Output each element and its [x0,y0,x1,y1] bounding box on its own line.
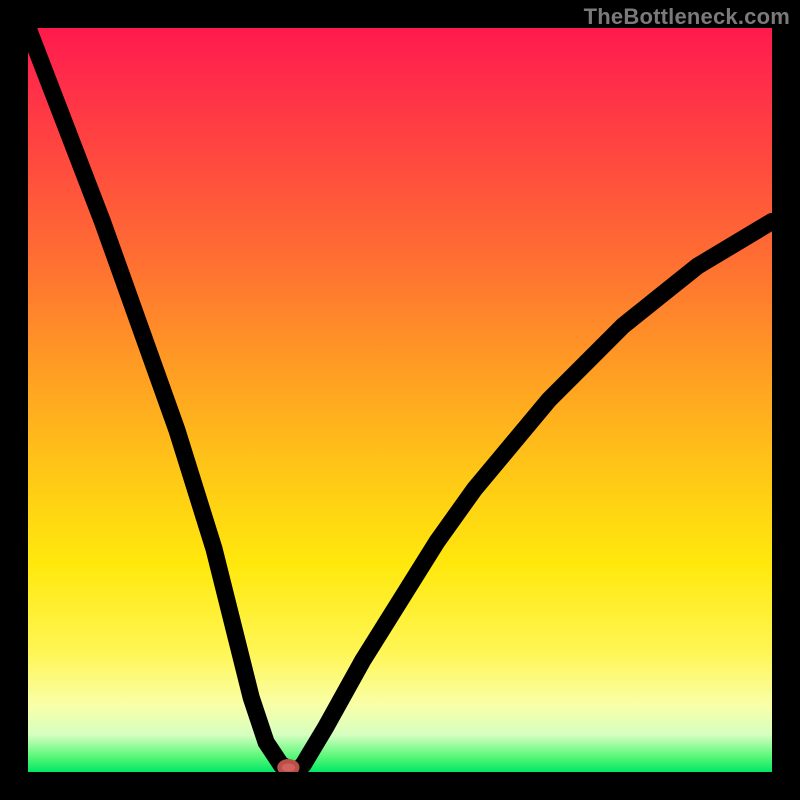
plot-area [28,28,772,772]
bottleneck-curve [28,28,772,772]
chart-frame: TheBottleneck.com [0,0,800,800]
chart-svg [28,28,772,772]
watermark-text: TheBottleneck.com [584,4,790,30]
minimum-marker [279,761,297,772]
